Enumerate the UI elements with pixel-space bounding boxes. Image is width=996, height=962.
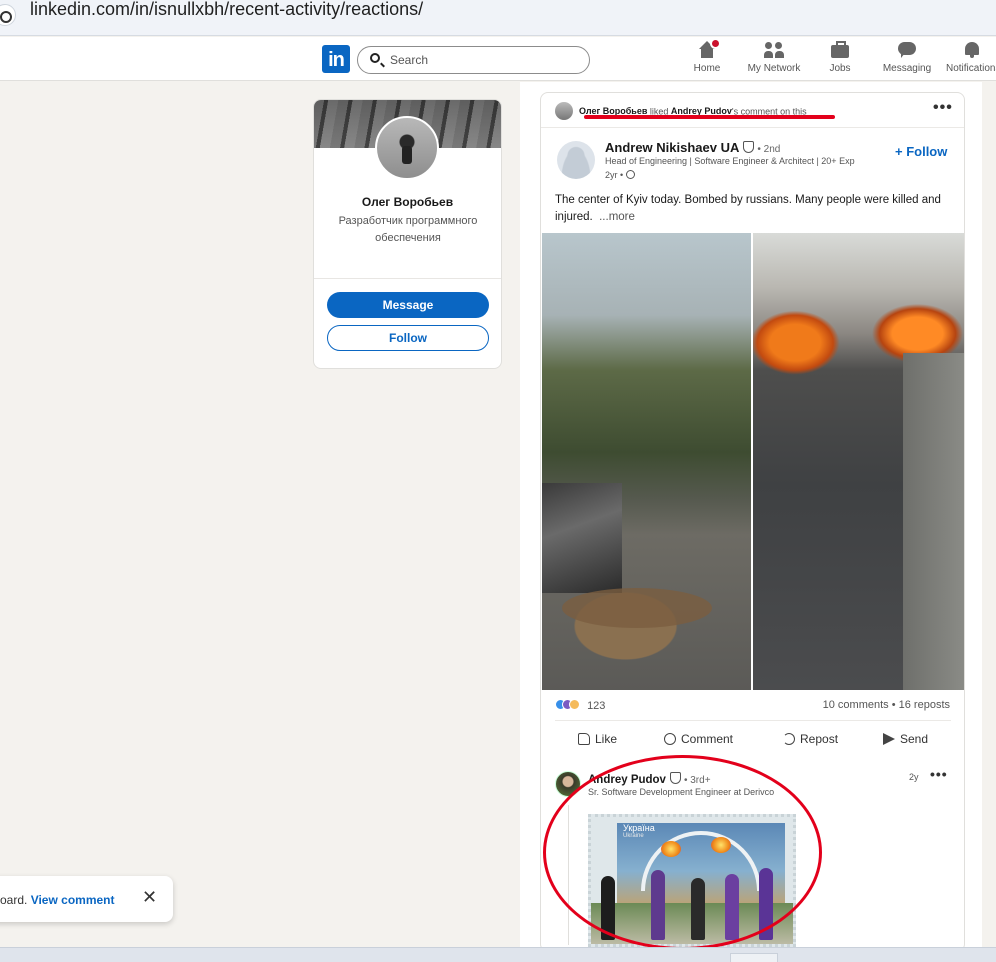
search-input[interactable]	[390, 51, 580, 69]
annotation-underline	[584, 115, 835, 119]
comment-thread-line	[568, 805, 569, 945]
toast-text: oard.	[0, 893, 31, 907]
browser-url-bar[interactable]: linkedin.com/in/isnullxbh/recent-activit…	[0, 0, 996, 36]
profile-card: Олег Воробьев Разработчик программного о…	[313, 99, 502, 369]
post-text: The center of Kyiv today. Bombed by russ…	[555, 192, 955, 226]
nav-notifications-label: Notifications	[946, 63, 996, 74]
nav-my-network[interactable]: My Network	[744, 41, 804, 79]
verified-shield-icon	[743, 141, 755, 153]
post-image-right[interactable]	[753, 233, 964, 690]
thumbs-up-icon	[578, 733, 590, 745]
taskbar-strip	[0, 947, 996, 962]
post-time: 2yr •	[605, 170, 636, 180]
liker-avatar[interactable]	[555, 102, 573, 120]
linkedin-logo-icon[interactable]: in	[322, 45, 350, 73]
author-degree: • 2nd	[757, 144, 781, 155]
site-settings-icon[interactable]	[0, 4, 16, 26]
insightful-reaction-icon	[569, 699, 580, 710]
post-image-left[interactable]	[542, 233, 751, 690]
commenter-verified-icon	[669, 772, 681, 784]
reaction-count: 123	[587, 700, 606, 712]
person-figure	[759, 868, 773, 940]
comment-label: Comment	[681, 732, 734, 746]
commenter-avatar[interactable]	[555, 771, 581, 797]
header-divider	[541, 127, 964, 128]
profile-headline: Разработчик программного обеспечения	[338, 215, 478, 244]
comment-more-options-icon[interactable]: •••	[930, 766, 948, 782]
send-button[interactable]: Send	[883, 732, 928, 746]
author-follow-button[interactable]: + Follow	[895, 144, 947, 159]
author-name[interactable]: Andrew Nikishaev UA	[605, 140, 739, 155]
post-card: Олег Воробьев liked Andrey Pudov's comme…	[540, 92, 965, 952]
view-comment-link[interactable]: View comment	[31, 893, 115, 907]
nav-jobs[interactable]: Jobs	[826, 41, 854, 79]
stamp-caption: Україна	[623, 823, 655, 833]
search-icon	[370, 53, 380, 63]
home-icon	[697, 38, 721, 59]
nav-my-network-label: My Network	[747, 63, 801, 74]
reaction-summary[interactable]: 123	[555, 699, 605, 712]
see-more-link[interactable]: ...more	[599, 211, 635, 223]
commenter-headline: Sr. Software Development Engineer at Der…	[588, 787, 775, 797]
nav-notifications[interactable]: Notifications	[944, 41, 996, 79]
url-text[interactable]: linkedin.com/in/isnullxbh/recent-activit…	[30, 0, 423, 18]
repost-icon	[783, 733, 795, 745]
globe-icon	[626, 170, 636, 179]
nav-home-label: Home	[693, 63, 721, 74]
like-label: Like	[595, 732, 618, 746]
close-icon[interactable]: ✕	[142, 887, 157, 908]
search-box[interactable]	[357, 46, 590, 74]
bell-icon	[962, 41, 982, 59]
comment-time: 2y	[909, 772, 919, 782]
author-avatar[interactable]	[557, 141, 595, 179]
profile-divider	[314, 278, 501, 279]
comment-repost-counts[interactable]: 10 comments • 16 reposts	[823, 699, 950, 711]
nav-jobs-label: Jobs	[829, 63, 851, 74]
person-figure	[601, 876, 615, 940]
comment-icon	[664, 733, 676, 745]
stamp-caption-small: Ukraine	[623, 833, 644, 839]
top-nav: in Home My Network Jobs Messaging Notifi…	[0, 37, 996, 81]
author-headline: Head of Engineering | Software Engineer …	[605, 156, 855, 166]
nav-messaging-label: Messaging	[882, 63, 932, 74]
profile-name[interactable]: Олег Воробьев	[314, 195, 501, 209]
commenter-name[interactable]: Andrey Pudov	[588, 774, 666, 786]
toast-notification: oard. View comment ✕	[0, 876, 173, 922]
taskbar-tab[interactable]	[730, 953, 778, 962]
post-time-text: 2yr •	[605, 170, 624, 180]
send-label: Send	[900, 732, 929, 746]
people-icon	[764, 41, 784, 59]
nav-messaging[interactable]: Messaging	[881, 41, 933, 79]
repost-label: Repost	[800, 732, 839, 746]
like-button[interactable]: Like	[578, 732, 617, 746]
actions-divider	[555, 720, 951, 721]
chat-icon	[897, 41, 917, 59]
notification-dot	[710, 38, 721, 49]
post-more-options-icon[interactable]: •••	[933, 99, 953, 117]
comment-button[interactable]: Comment	[664, 732, 733, 746]
person-figure	[651, 870, 665, 940]
explosion-icon	[661, 841, 681, 857]
message-button[interactable]: Message	[327, 292, 489, 318]
profile-follow-button[interactable]: Follow	[327, 325, 489, 351]
repost-button[interactable]: Repost	[783, 732, 838, 746]
briefcase-icon	[830, 41, 850, 59]
person-figure	[691, 878, 705, 940]
comment-image[interactable]: Україна Ukraine	[588, 814, 796, 947]
explosion-icon	[711, 837, 731, 853]
person-figure	[725, 874, 739, 940]
nav-home[interactable]: Home	[690, 38, 724, 79]
author-name-row[interactable]: Andrew Nikishaev UA • 2nd	[605, 140, 780, 155]
send-icon	[883, 733, 895, 745]
toast-message: oard. View comment	[0, 893, 115, 907]
commenter-degree: • 3rd+	[683, 775, 711, 786]
commenter-name-row[interactable]: Andrey Pudov • 3rd+	[588, 772, 711, 786]
profile-avatar[interactable]	[375, 116, 439, 180]
